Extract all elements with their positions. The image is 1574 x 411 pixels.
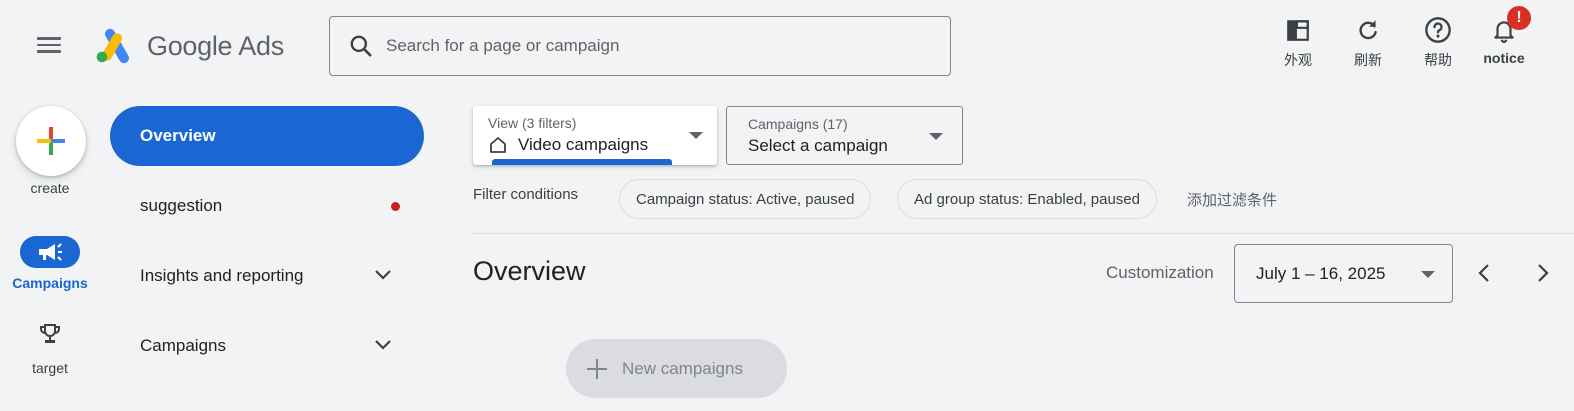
search-input[interactable] xyxy=(386,36,926,56)
campaign-selector-value: Select a campaign xyxy=(748,136,888,155)
filter-chip-campaign-status[interactable]: Campaign status: Active, paused xyxy=(619,179,872,219)
create-button[interactable] xyxy=(16,106,86,176)
rail-target-button[interactable] xyxy=(20,318,80,350)
google-ads-logo[interactable]: Google Ads xyxy=(95,26,284,66)
customization-label: Customization xyxy=(1106,263,1214,282)
suggestion-indicator-dot xyxy=(391,202,400,211)
home-icon xyxy=(490,137,506,153)
filter-conditions-label: Filter conditions xyxy=(473,186,579,203)
appearance-button[interactable]: 外观 xyxy=(1268,16,1328,76)
dropdown-arrow-icon xyxy=(689,132,703,139)
view-selector-value: Video campaigns xyxy=(488,135,648,155)
top-bar: GoogleAds 外观 刷新 xyxy=(0,0,1574,92)
chevron-right-icon xyxy=(1538,264,1549,282)
nav-item-label: Overview xyxy=(140,126,216,145)
notifications-button[interactable]: ! notice xyxy=(1474,6,1534,76)
nav-item-label: suggestion xyxy=(140,196,223,215)
plus-icon xyxy=(587,358,607,379)
help-label: 帮助 xyxy=(1424,52,1452,68)
view-selector-sub-label: View (3 filters) xyxy=(488,115,577,131)
campaign-selector-sub-label: Campaigns (17) xyxy=(748,116,848,132)
previous-period-button[interactable] xyxy=(1469,258,1499,288)
new-campaign-label: New campaigns xyxy=(622,358,743,378)
menu-icon-bar xyxy=(37,43,61,46)
logo-text-google: Google xyxy=(147,30,233,61)
help-button[interactable]: 帮助 xyxy=(1408,16,1468,76)
search-icon xyxy=(350,35,372,57)
section-divider xyxy=(473,233,1574,234)
plus-multicolor-icon xyxy=(37,127,65,155)
menu-icon-bar xyxy=(37,37,61,40)
new-campaign-button[interactable]: New campaigns xyxy=(566,339,787,398)
add-filter-link[interactable]: 添加过滤条件 xyxy=(1187,189,1277,210)
nav-item-overview[interactable]: Overview xyxy=(110,106,424,166)
google-ads-logo-icon xyxy=(96,28,129,64)
filter-chip-label: Ad group status: Enabled, paused xyxy=(914,190,1140,208)
filter-chip-label: Campaign status: Active, paused xyxy=(636,190,855,208)
filter-chip-ad-group-status[interactable]: Ad group status: Enabled, paused xyxy=(897,179,1157,219)
date-range-picker[interactable]: July 1 – 16, 2025 xyxy=(1234,244,1453,303)
left-rail: create Campaigns target xyxy=(0,92,100,411)
campaign-selector[interactable]: Campaigns (17) Select a campaign xyxy=(726,106,963,165)
refresh-icon xyxy=(1354,16,1382,44)
dropdown-arrow-icon xyxy=(1421,271,1435,278)
menu-icon-bar xyxy=(37,50,61,53)
nav-item-label: Campaigns xyxy=(140,336,226,355)
search-bar[interactable] xyxy=(329,16,951,76)
main-menu-button[interactable] xyxy=(34,34,64,58)
notification-alert-badge: ! xyxy=(1507,6,1531,30)
nav-item-campaigns[interactable]: Campaigns xyxy=(110,316,424,376)
view-selector[interactable]: View (3 filters) Video campaigns xyxy=(473,106,717,165)
refresh-label: 刷新 xyxy=(1354,52,1382,68)
nav-item-label: Insights and reporting xyxy=(140,266,304,285)
logo-text: Google Ads xyxy=(147,31,284,62)
appearance-icon xyxy=(1284,16,1312,44)
page-title: Overview xyxy=(473,256,586,286)
date-range-value: July 1 – 16, 2025 xyxy=(1256,264,1386,283)
megaphone-icon xyxy=(39,243,62,261)
next-period-button[interactable] xyxy=(1528,258,1558,288)
chevron-left-icon xyxy=(1478,264,1489,282)
target-label: target xyxy=(32,360,68,376)
help-icon xyxy=(1424,16,1452,44)
trophy-icon xyxy=(40,324,60,343)
chevron-down-icon xyxy=(375,340,391,350)
logo-text-ads: Ads xyxy=(238,30,284,61)
nav-item-insights-and-reporting[interactable]: Insights and reporting xyxy=(110,246,424,306)
appearance-label: 外观 xyxy=(1284,52,1312,68)
create-label: create xyxy=(30,180,70,196)
chevron-down-icon xyxy=(375,270,391,280)
view-selector-value-text: Video campaigns xyxy=(518,135,649,154)
campaigns-rail-label: Campaigns xyxy=(12,275,88,291)
view-selector-active-indicator xyxy=(492,159,672,165)
dropdown-arrow-icon xyxy=(929,133,943,140)
nav-item-suggestion[interactable]: suggestion xyxy=(110,176,424,236)
rail-campaigns-button[interactable] xyxy=(20,236,80,268)
notice-label: notice xyxy=(1483,50,1525,66)
refresh-button[interactable]: 刷新 xyxy=(1338,16,1398,76)
